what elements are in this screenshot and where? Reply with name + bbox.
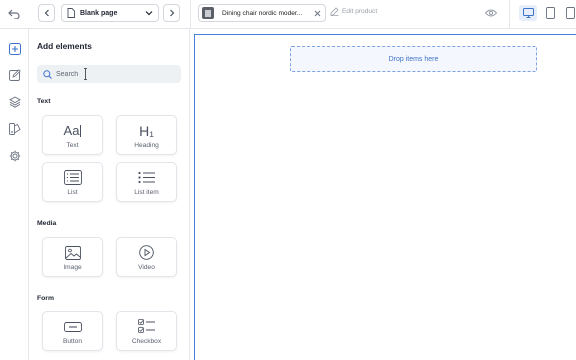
drop-zone[interactable]: Drop items here	[290, 46, 537, 72]
element-card-label: List item	[134, 189, 159, 196]
chevron-left-icon	[44, 9, 49, 17]
element-card-label: Checkbox	[131, 338, 162, 345]
add-icon[interactable]	[7, 41, 22, 56]
search-box[interactable]	[37, 65, 181, 83]
element-card-image[interactable]: Image	[42, 237, 103, 277]
element-card-label: List	[67, 189, 78, 196]
checkbox-icon	[137, 318, 156, 335]
search-input[interactable]	[56, 70, 166, 78]
desktop-icon[interactable]	[519, 5, 537, 21]
text-glyph: Aa	[63, 123, 80, 138]
drop-zone-label: Drop items here	[388, 55, 439, 63]
element-card-label: Image	[63, 264, 82, 271]
forward-button[interactable]	[163, 4, 180, 22]
tablet-icon[interactable]	[544, 6, 556, 20]
element-card-text[interactable]: Aa Text	[42, 115, 103, 155]
gear-icon[interactable]	[7, 148, 22, 163]
button-icon	[63, 318, 82, 335]
page-builder: Blank page Dining chair nordic moder... …	[0, 0, 576, 360]
divider	[190, 0, 191, 29]
element-card-heading[interactable]: H₁ Heading	[116, 115, 177, 155]
page-icon	[67, 8, 75, 18]
divider	[509, 0, 510, 29]
chevron-down-icon	[145, 11, 153, 16]
element-card-checkbox[interactable]: Checkbox	[116, 311, 177, 351]
edit-product-label: Edit product	[342, 8, 378, 15]
close-icon[interactable]	[313, 9, 322, 18]
element-card-button[interactable]: Button	[42, 311, 103, 351]
section-label-text: Text	[37, 98, 51, 105]
image-icon	[64, 244, 81, 261]
element-card-label: Text	[66, 142, 79, 149]
left-rail	[0, 29, 29, 360]
theme-icon[interactable]	[7, 121, 22, 136]
heading-icon: H₁	[139, 122, 154, 139]
panel-title: Add elements	[37, 41, 92, 51]
mobile-icon[interactable]	[564, 6, 576, 20]
edit-icon[interactable]	[7, 67, 22, 82]
product-thumbnail	[202, 7, 214, 19]
element-card-list[interactable]: List	[42, 162, 103, 202]
list-icon	[63, 169, 82, 186]
eye-icon[interactable]	[484, 7, 498, 19]
chevron-right-icon	[169, 9, 174, 17]
page-canvas[interactable]	[194, 34, 576, 360]
video-icon	[139, 244, 154, 261]
text-icon: Aa	[64, 122, 82, 139]
element-card-label: Button	[62, 338, 83, 345]
edit-icon	[330, 7, 339, 16]
search-icon	[43, 69, 52, 79]
back-button[interactable]	[38, 4, 55, 22]
list-item-icon	[137, 169, 156, 186]
undo-icon[interactable]	[4, 5, 24, 23]
product-tab-label: Dining chair nordic moder...	[222, 9, 303, 17]
page-selector-label: Blank page	[80, 9, 118, 17]
heading-glyph: H₁	[139, 122, 154, 139]
top-bar: Blank page Dining chair nordic moder... …	[0, 0, 576, 29]
element-card-video[interactable]: Video	[116, 237, 177, 277]
section-label-media: Media	[37, 220, 57, 227]
element-card-label: Video	[138, 264, 155, 271]
layers-icon[interactable]	[7, 94, 22, 109]
element-card-list-item[interactable]: List item	[116, 162, 177, 202]
section-label-form: Form	[37, 295, 54, 302]
add-elements-panel: Add elements Text Aa Text H₁ Heading L	[29, 29, 190, 360]
element-card-label: Heading	[134, 142, 159, 149]
text-cursor-icon	[84, 68, 87, 80]
page-selector[interactable]: Blank page	[61, 4, 159, 22]
edit-product-button[interactable]: Edit product	[330, 7, 377, 16]
product-tab[interactable]: Dining chair nordic moder...	[198, 4, 326, 22]
